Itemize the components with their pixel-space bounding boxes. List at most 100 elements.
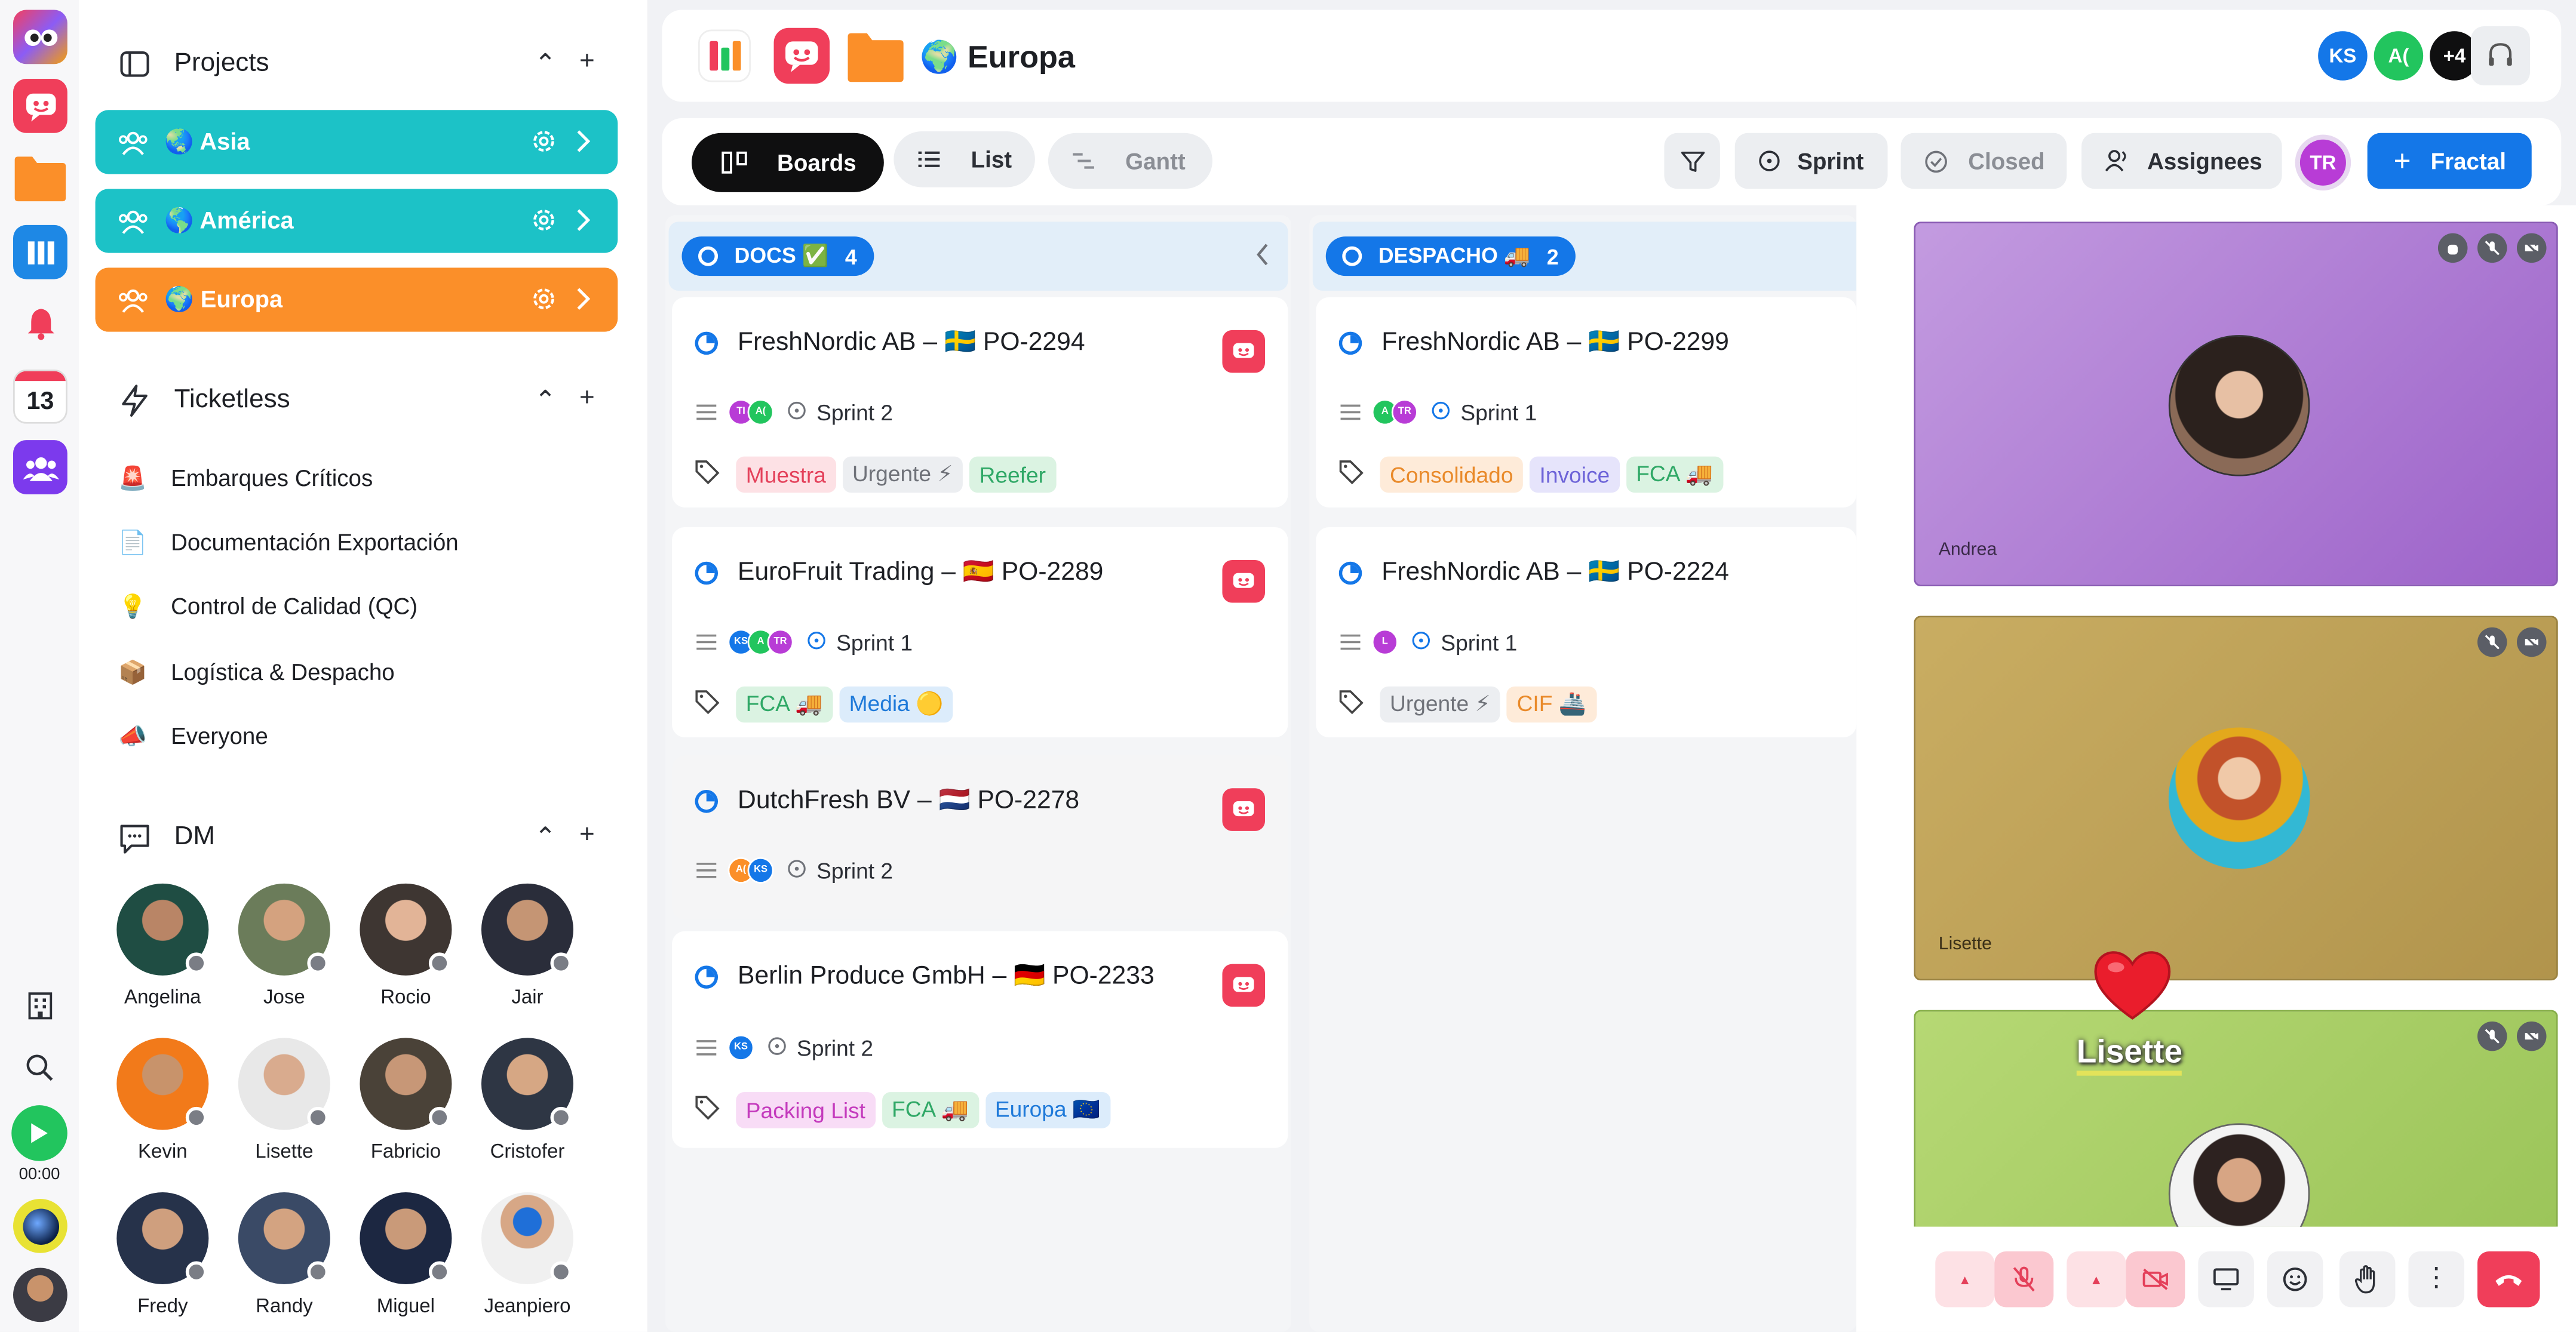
gear-icon[interactable] — [530, 286, 557, 319]
camera-toggle-button[interactable] — [2126, 1251, 2185, 1308]
chevron-right-icon[interactable] — [575, 128, 592, 161]
raise-hand-button[interactable] — [2339, 1251, 2396, 1308]
chevron-right-icon[interactable] — [575, 286, 592, 319]
sprint-filter[interactable]: Sprint — [1734, 133, 1888, 189]
chat-icon[interactable] — [773, 27, 830, 84]
folder-icon[interactable] — [13, 149, 67, 204]
dm-user[interactable]: Miguel — [348, 1192, 463, 1317]
dm-user[interactable]: Fabricio — [348, 1038, 463, 1162]
assignee-avatar[interactable]: L — [1371, 629, 1398, 656]
assignee-avatar[interactable]: KS — [727, 1034, 754, 1061]
project-europa[interactable]: 🌍 Europa — [95, 267, 618, 332]
tag[interactable]: FCA 🚚 — [1626, 456, 1723, 493]
project-america[interactable]: 🌎 América — [95, 189, 618, 253]
mic-toggle-button[interactable] — [1994, 1251, 2054, 1308]
tag[interactable]: Media 🟡 — [839, 686, 953, 723]
column-header[interactable]: DOCS ✅ 4 — [681, 236, 874, 276]
drag-handle-icon[interactable] — [695, 400, 719, 424]
tag[interactable]: FCA 🚚 — [882, 1092, 979, 1128]
tag[interactable]: CIF 🚢 — [1507, 686, 1596, 723]
search-icon[interactable] — [24, 1053, 54, 1090]
assignee-avatar[interactable]: KS — [747, 857, 774, 884]
dm-user[interactable]: Angelina — [105, 883, 220, 1008]
video-tile[interactable]: Lisette — [1914, 616, 2558, 981]
user-avatar[interactable] — [13, 1268, 67, 1322]
task-card[interactable]: FreshNordic AB – 🇸🇪 PO-2224 L Sprint 1 U… — [1316, 527, 1857, 738]
add-icon[interactable]: + — [579, 384, 595, 417]
my-avatar[interactable]: TR — [2295, 134, 2351, 191]
dm-user[interactable]: Rocio — [348, 883, 463, 1008]
chat-button[interactable] — [1222, 330, 1265, 373]
chevron-right-icon[interactable] — [575, 207, 592, 240]
tab-gantt[interactable]: Gantt — [1048, 133, 1212, 189]
more-options-button[interactable]: ⋮ — [2408, 1251, 2464, 1308]
dm-user[interactable]: Randy — [227, 1192, 342, 1317]
tag[interactable]: Europa 🇪🇺 — [985, 1092, 1110, 1128]
assignee-avatar[interactable]: TR — [1391, 399, 1418, 426]
task-card[interactable]: EuroFruit Trading – 🇪🇸 PO-2289 KS A TR S… — [672, 527, 1288, 738]
tag[interactable]: Invoice — [1530, 456, 1620, 493]
filter-button[interactable] — [1664, 133, 1720, 189]
assignee-avatar[interactable]: TR — [767, 629, 794, 656]
gear-icon[interactable] — [530, 128, 557, 161]
chat-icon[interactable] — [13, 79, 67, 133]
add-icon[interactable]: + — [579, 48, 595, 81]
reactions-button[interactable] — [2267, 1251, 2323, 1308]
task-card[interactable]: DutchFresh BV – 🇳🇱 PO-2278 A( KS Sprint … — [672, 755, 1288, 920]
camera-avatar[interactable] — [13, 1198, 67, 1253]
drag-handle-icon[interactable] — [695, 1035, 719, 1060]
tag[interactable]: Reefer — [969, 456, 1056, 493]
board-app-icon[interactable] — [698, 29, 751, 82]
folder-icon[interactable] — [846, 28, 905, 92]
play-button[interactable] — [11, 1105, 67, 1161]
tag[interactable]: Urgente ⚡ — [1380, 686, 1501, 723]
dm-user[interactable]: Jeanpiero — [470, 1192, 585, 1317]
video-tile[interactable]: Andrea — [1914, 222, 2558, 586]
assignees-filter[interactable]: Assignees — [2081, 133, 2282, 189]
ticketless-item[interactable]: 📦 Logística & Despacho — [118, 656, 395, 688]
tab-boards[interactable]: Boards — [692, 133, 884, 192]
collapse-icon[interactable]: ⌃ — [535, 48, 557, 81]
team-icon[interactable] — [13, 440, 67, 494]
assignee-avatar[interactable]: A( — [747, 399, 774, 426]
ticketless-item[interactable]: 📄 Documentación Exportación — [118, 525, 459, 558]
bell-icon[interactable] — [13, 296, 67, 350]
building-icon[interactable] — [26, 992, 54, 1028]
create-fractal-button[interactable]: + Fractal — [2367, 133, 2532, 189]
drag-handle-icon[interactable] — [695, 858, 719, 882]
tag[interactable]: Packing List — [736, 1092, 876, 1128]
ticketless-item[interactable]: 📣 Everyone — [118, 719, 268, 752]
chevron-left-icon[interactable] — [1255, 243, 1270, 274]
dm-user[interactable]: Kevin — [105, 1038, 220, 1162]
collapse-icon[interactable]: ⌃ — [535, 821, 557, 854]
drag-handle-icon[interactable] — [1339, 400, 1362, 424]
dm-user[interactable]: Jair — [470, 883, 585, 1008]
task-card[interactable]: FreshNordic AB – 🇸🇪 PO-2299 A TR Sprint … — [1316, 297, 1857, 507]
video-tile[interactable]: Lisette — [1914, 1010, 2558, 1227]
chat-button[interactable] — [1222, 559, 1265, 603]
app-logo-icon[interactable] — [13, 10, 67, 64]
tag[interactable]: Muestra — [736, 456, 836, 493]
gear-icon[interactable] — [530, 207, 557, 240]
column-header[interactable]: DESPACHO 🚚 2 — [1325, 236, 1576, 276]
dm-user[interactable]: Jose — [227, 883, 342, 1008]
chat-button[interactable] — [1222, 964, 1265, 1007]
project-asia[interactable]: 🌏 Asia — [95, 110, 618, 174]
dm-user[interactable]: Fredy — [105, 1192, 220, 1317]
avatar-a[interactable]: A( — [2371, 27, 2427, 84]
ticketless-item[interactable]: 🚨 Embarques Críticos — [118, 462, 373, 494]
task-card[interactable]: Berlin Produce GmbH – 🇩🇪 PO-2233 KS Spri… — [672, 931, 1288, 1148]
calendar-icon[interactable]: 13 — [13, 369, 67, 424]
mic-options-button[interactable]: ▲ — [1935, 1251, 1995, 1308]
chat-button[interactable] — [1222, 788, 1265, 831]
ticketless-item[interactable]: 💡 Control de Calidad (QC) — [118, 589, 417, 622]
tag[interactable]: Consolidado — [1380, 456, 1524, 493]
drag-handle-icon[interactable] — [1339, 630, 1362, 654]
add-icon[interactable]: + — [579, 821, 595, 854]
dm-user[interactable]: Cristofer — [470, 1038, 585, 1162]
avatar-ks[interactable]: KS — [2314, 27, 2371, 84]
dm-user[interactable]: Lisette — [227, 1038, 342, 1162]
drag-handle-icon[interactable] — [695, 630, 719, 654]
camera-options-button[interactable]: ▲ — [2067, 1251, 2126, 1308]
task-card[interactable]: FreshNordic AB – 🇸🇪 PO-2294 TI A( Sprint… — [672, 297, 1288, 507]
